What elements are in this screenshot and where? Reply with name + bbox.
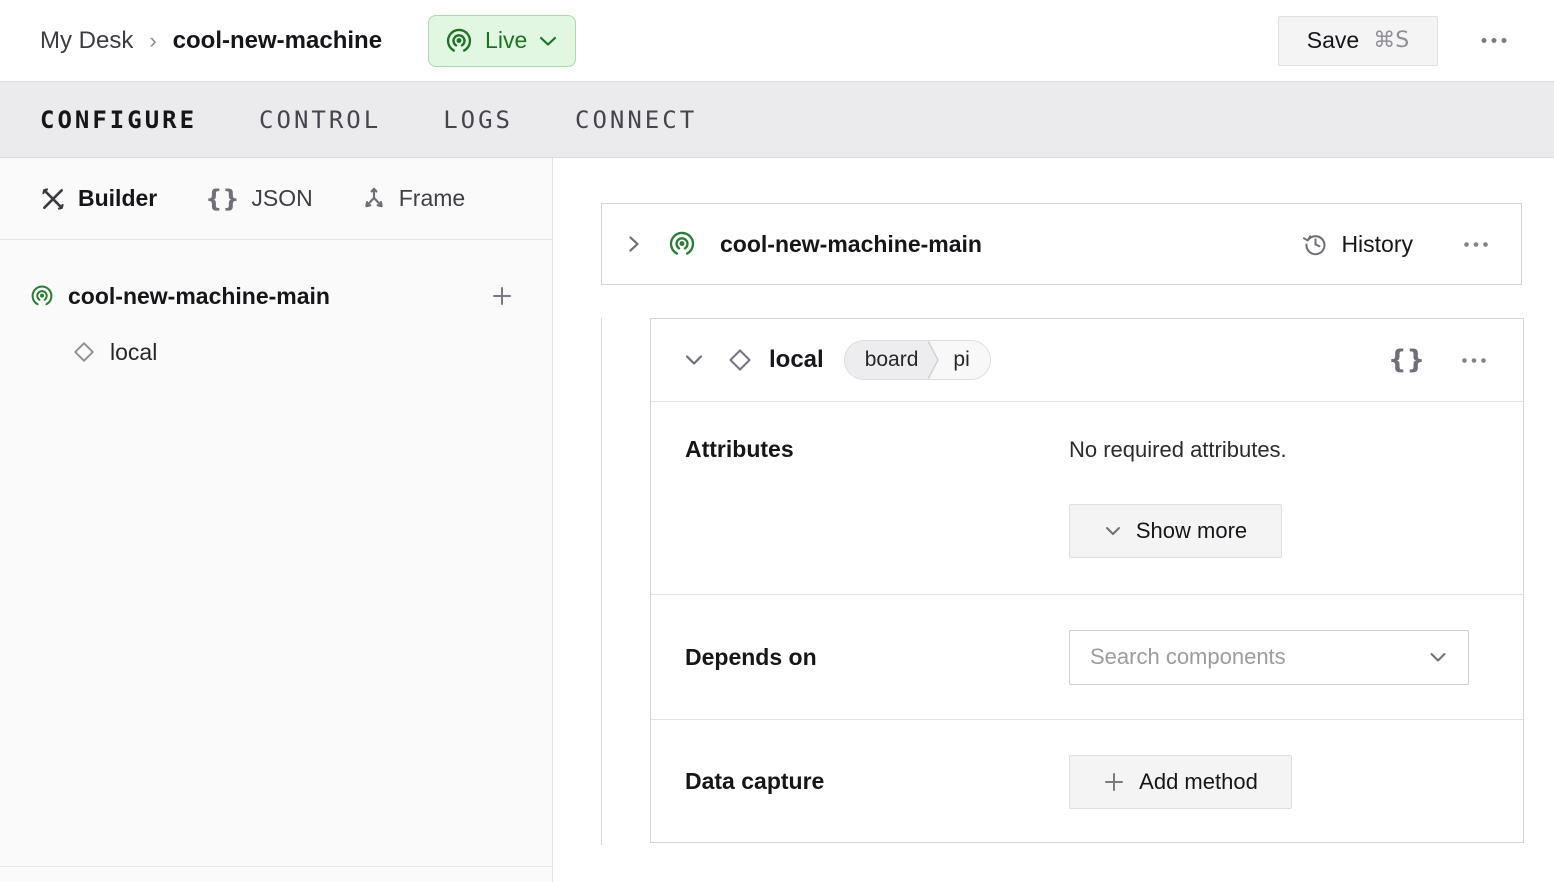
ellipsis-icon	[1480, 37, 1508, 44]
tree-indent-rail	[601, 318, 602, 845]
attributes-section: Attributes No required attributes. Show …	[651, 402, 1523, 595]
history-button[interactable]: History	[1302, 231, 1413, 258]
ellipsis-icon	[1463, 241, 1489, 248]
component-model-label: pi	[943, 341, 989, 379]
tree-item-machine-part[interactable]: cool-new-machine-main	[0, 272, 552, 320]
component-title: local	[769, 346, 824, 374]
tab-control[interactable]: CONTROL	[259, 106, 381, 134]
resource-tree: cool-new-machine-main local	[0, 240, 552, 376]
component-card-local: local board pi {} Attributes No require	[650, 318, 1524, 843]
history-clock-icon	[1302, 231, 1329, 258]
tab-connect[interactable]: CONNECT	[575, 106, 697, 134]
add-component-button[interactable]	[486, 280, 518, 312]
breadcrumb-separator-icon: ›	[149, 28, 156, 54]
save-button-label: Save	[1307, 27, 1359, 54]
data-capture-section: Data capture Add method	[651, 720, 1523, 843]
save-button[interactable]: Save ⌘S	[1278, 16, 1438, 66]
top-header: My Desk › cool-new-machine Live Save ⌘S	[0, 0, 1554, 82]
data-capture-label: Data capture	[685, 768, 1069, 795]
chevron-down-icon	[539, 35, 557, 47]
edit-json-button[interactable]: {}	[1388, 345, 1425, 375]
plus-icon	[490, 284, 514, 308]
chevron-down-icon	[1428, 651, 1448, 664]
header-more-menu-button[interactable]	[1474, 31, 1514, 50]
primary-tab-bar: CONFIGURE CONTROL LOGS CONNECT	[0, 82, 1554, 158]
axes-icon	[361, 186, 387, 212]
plus-icon	[1103, 771, 1125, 793]
machine-status-dropdown[interactable]: Live	[428, 15, 576, 67]
mode-tab-frame-label: Frame	[399, 185, 465, 212]
machine-live-icon	[30, 284, 54, 308]
breadcrumb: My Desk › cool-new-machine	[40, 27, 382, 55]
component-type-label: board	[845, 341, 929, 379]
tab-logs[interactable]: LOGS	[443, 106, 513, 134]
attributes-empty-text: No required attributes.	[1069, 436, 1287, 464]
depends-on-section: Depends on Search components	[651, 595, 1523, 720]
chevron-right-icon[interactable]	[626, 232, 642, 256]
breadcrumb-current: cool-new-machine	[173, 27, 382, 55]
mode-tab-frame[interactable]: Frame	[361, 185, 465, 212]
machine-card-more-button[interactable]	[1457, 235, 1495, 254]
machine-config-page: My Desk › cool-new-machine Live Save ⌘S	[0, 0, 1554, 882]
component-diamond-icon	[727, 347, 753, 373]
sidebar-divider	[0, 866, 553, 867]
component-card-header: local board pi {}	[651, 319, 1523, 402]
attributes-label: Attributes	[685, 436, 1069, 594]
sidebar-mode-tabs: Builder {} JSON Frame	[0, 158, 552, 240]
machine-part-title: cool-new-machine-main	[720, 231, 982, 258]
chevron-down-icon	[1104, 525, 1122, 537]
add-method-label: Add method	[1139, 769, 1258, 795]
component-more-button[interactable]	[1455, 351, 1493, 370]
show-more-button[interactable]: Show more	[1069, 504, 1282, 558]
live-status-label: Live	[485, 27, 527, 54]
braces-icon: {}	[205, 185, 239, 213]
machine-live-icon	[668, 230, 696, 258]
tree-item-local[interactable]: local	[0, 328, 552, 376]
config-sidebar: Builder {} JSON Frame	[0, 158, 553, 882]
mode-tab-builder-label: Builder	[78, 185, 157, 212]
tab-configure[interactable]: CONFIGURE	[40, 106, 197, 134]
component-diamond-icon	[72, 340, 96, 364]
chevron-down-icon[interactable]	[683, 353, 705, 367]
mode-tab-json-label: JSON	[251, 185, 312, 212]
badge-divider-chevron	[928, 341, 943, 379]
header-actions: Save ⌘S	[1278, 16, 1514, 66]
component-type-badge: board pi	[844, 340, 991, 380]
add-method-button[interactable]: Add method	[1069, 755, 1292, 809]
history-button-label: History	[1341, 231, 1413, 258]
tree-item-machine-label: cool-new-machine-main	[68, 283, 330, 310]
mode-tab-json[interactable]: {} JSON	[205, 185, 313, 213]
config-main-panel: cool-new-machine-main History	[553, 158, 1554, 882]
depends-on-placeholder: Search components	[1090, 644, 1286, 670]
live-broadcast-icon	[445, 27, 473, 55]
show-more-label: Show more	[1136, 518, 1247, 544]
depends-on-label: Depends on	[685, 644, 1069, 671]
depends-on-select[interactable]: Search components	[1069, 630, 1469, 685]
machine-part-card: cool-new-machine-main History	[601, 203, 1522, 285]
breadcrumb-parent[interactable]: My Desk	[40, 27, 133, 55]
tree-item-local-label: local	[110, 339, 157, 366]
ellipsis-icon	[1461, 357, 1487, 364]
mode-tab-builder[interactable]: Builder	[40, 185, 157, 212]
tools-icon	[40, 186, 66, 212]
save-shortcut-hint: ⌘S	[1373, 28, 1409, 53]
